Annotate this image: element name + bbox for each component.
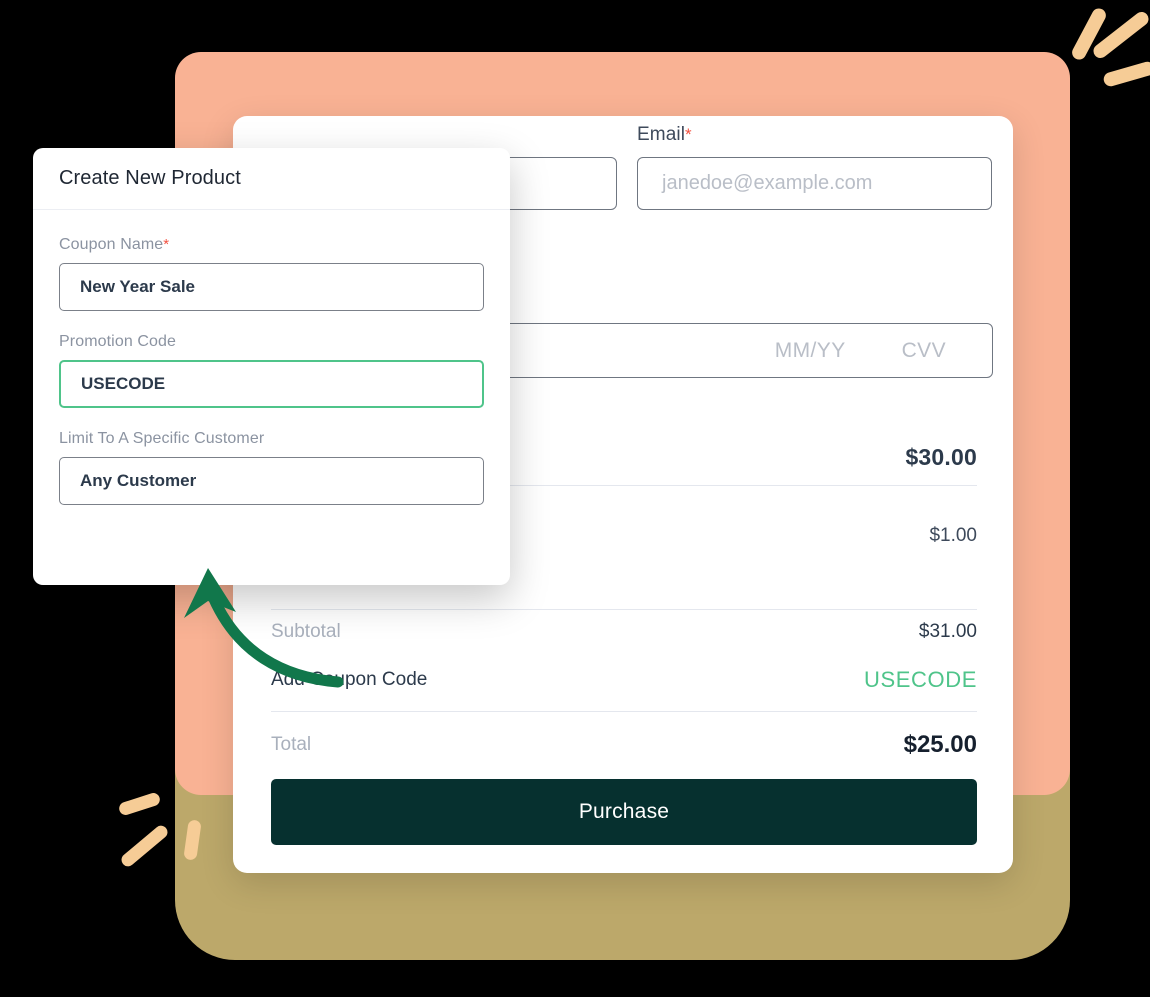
decorative-stroke-icon — [118, 823, 171, 869]
total-value: $25.00 — [903, 731, 977, 758]
promotion-code-label: Promotion Code — [59, 333, 484, 351]
line-item-price: $30.00 — [905, 444, 977, 470]
divider — [271, 609, 977, 610]
promotion-code-input[interactable]: USECODE — [59, 360, 484, 408]
email-input[interactable]: janedoe@example.com — [637, 157, 992, 210]
decorative-stroke-icon — [1102, 60, 1150, 88]
required-asterisk: * — [685, 125, 692, 144]
coupon-name-label-text: Coupon Name — [59, 236, 164, 253]
subtotal-label: Subtotal — [271, 621, 341, 642]
limit-customer-label-text: Limit To A Specific Customer — [59, 430, 265, 447]
card-expiry-placeholder: MM/YY — [774, 338, 846, 362]
screenshot-canvas: Email* janedoe@example.com MM/YY CVV $30… — [0, 0, 1150, 997]
coupon-code-value: USECODE — [864, 667, 977, 692]
decorative-stroke-icon — [117, 791, 162, 817]
required-asterisk: * — [163, 236, 170, 253]
coupon-name-input[interactable]: New Year Sale — [59, 263, 484, 311]
coupon-name-label: Coupon Name* — [59, 236, 484, 254]
limit-customer-select[interactable]: Any Customer — [59, 457, 484, 505]
email-label-text: Email — [637, 124, 686, 145]
divider — [271, 711, 977, 712]
promotion-code-label-text: Promotion Code — [59, 333, 177, 350]
summary-row-total: Total $25.00 — [271, 731, 977, 759]
create-new-product-modal: Create New Product Coupon Name* New Year… — [33, 148, 510, 585]
add-coupon-code-label[interactable]: Add Coupon Code — [271, 669, 427, 691]
limit-customer-label: Limit To A Specific Customer — [59, 430, 484, 448]
modal-title: Create New Product — [59, 167, 241, 189]
card-cvv-placeholder: CVV — [901, 338, 946, 362]
line-item-price: $1.00 — [929, 525, 977, 546]
modal-header: Create New Product — [33, 148, 510, 210]
email-label: Email* — [637, 124, 992, 146]
summary-row-coupon[interactable]: Add Coupon Code USECODE — [271, 667, 977, 693]
summary-row-subtotal: Subtotal $31.00 — [271, 621, 977, 643]
email-field-block: Email* janedoe@example.com — [637, 124, 992, 210]
purchase-button[interactable]: Purchase — [271, 779, 977, 845]
total-label: Total — [271, 734, 312, 755]
modal-body: Coupon Name* New Year Sale Promotion Cod… — [33, 210, 510, 505]
subtotal-value: $31.00 — [918, 621, 977, 642]
